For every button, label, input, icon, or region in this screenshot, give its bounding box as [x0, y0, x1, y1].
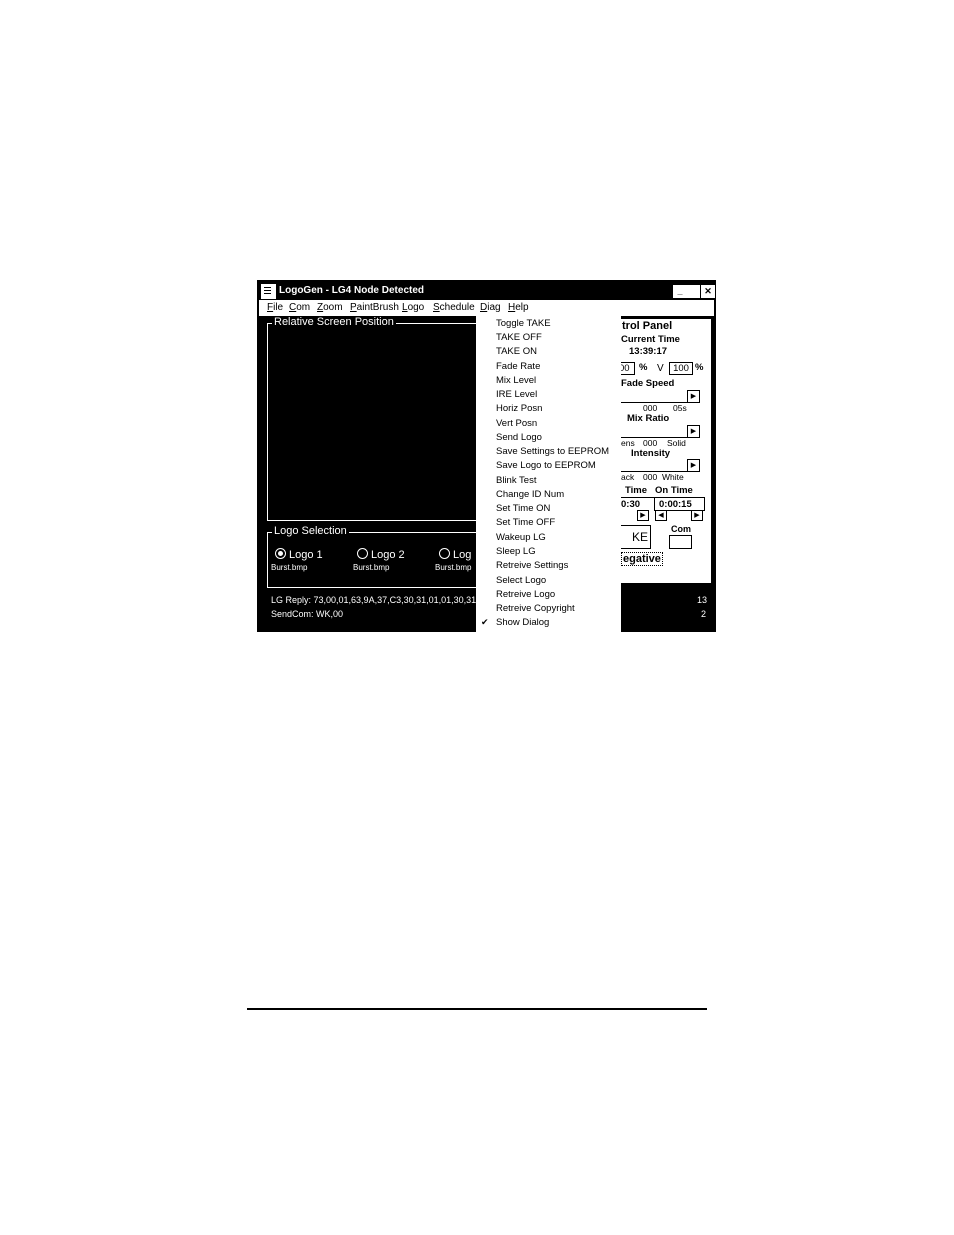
fade-speed-min: 000	[643, 403, 658, 413]
mix-ratio-right-label: Solid	[667, 438, 686, 448]
radio-icon	[357, 548, 368, 559]
menu-com[interactable]: Com	[289, 300, 310, 316]
logo-2-label: Logo 2	[371, 549, 405, 561]
v-unit-label: %	[695, 362, 704, 373]
checkmark-icon: ✔	[481, 617, 489, 627]
off-time-value[interactable]: 0:30	[621, 499, 640, 510]
diag-menu-item[interactable]: Retreive Settings	[496, 559, 568, 573]
mix-ratio-left-label: ens	[621, 438, 635, 448]
com-label: Com	[671, 524, 691, 534]
on-time-left-arrow-icon[interactable]: ◀	[655, 510, 667, 521]
title-bar[interactable]: LogoGen - LG4 Node Detected _ ✕	[259, 282, 715, 299]
com-indicator	[669, 535, 692, 549]
logo-3-label: Log	[453, 549, 472, 561]
on-time-label: On Time	[655, 485, 693, 496]
menu-zoom[interactable]: Zoom	[317, 300, 343, 316]
diag-menu-item[interactable]: Select Logo	[496, 574, 546, 588]
negative-checkbox[interactable]: egative	[621, 552, 663, 566]
logo-selection-label: Logo Selection	[272, 525, 349, 537]
off-time-right-arrow-icon[interactable]: ▶	[637, 510, 649, 521]
diag-menu-item[interactable]: Save Logo to EEPROM	[496, 459, 596, 473]
diag-menu-item[interactable]: TAKE OFF	[496, 331, 542, 345]
v-position-input[interactable]: 100	[669, 362, 693, 375]
diag-menu-item[interactable]: Save Settings to EEPROM	[496, 445, 609, 459]
menu-file[interactable]: File	[267, 300, 283, 316]
diag-menu-item[interactable]: Blink Test	[496, 474, 536, 488]
logo-2-file: Burst.bmp	[353, 563, 390, 572]
mix-ratio-value: 000	[643, 438, 658, 448]
diag-menu-item[interactable]: Set Time OFF	[496, 516, 555, 530]
h-position-input[interactable]: 00	[621, 362, 635, 375]
page-footer-rule	[247, 1008, 707, 1010]
intensity-label: Intensity	[631, 448, 671, 459]
intensity-left-label: ack	[621, 472, 635, 482]
menu-diag[interactable]: Diag	[480, 300, 501, 316]
diag-menu-item[interactable]: Retreive Logo	[496, 588, 555, 602]
h-unit-label: %	[639, 362, 648, 373]
v-label: V	[657, 363, 664, 374]
menu-logo[interactable]: Logo	[402, 300, 424, 316]
window-title: LogoGen - LG4 Node Detected	[279, 285, 425, 296]
app-icon[interactable]	[261, 284, 276, 299]
on-time-value: 0:00:15	[659, 499, 692, 510]
current-time-label: Current Time	[621, 334, 680, 345]
control-panel: trol Panel Current Time 13:39:17 00 % V …	[621, 319, 711, 583]
radio-selected-icon	[275, 548, 286, 559]
lg-reply-status: LG Reply: 73,00,01,63,9A,37,C3,30,31,01,…	[271, 595, 477, 605]
off-time-label: Time	[625, 485, 648, 496]
diag-menu-item[interactable]: Change ID Num	[496, 488, 564, 502]
intensity-right-arrow-icon[interactable]: ▶	[687, 459, 700, 472]
menu-paintbrush[interactable]: PaintBrush	[350, 300, 399, 316]
diag-menu-item[interactable]: Send Logo	[496, 431, 542, 445]
logo-2-radio[interactable]: Logo 2	[357, 548, 405, 561]
logo-3-radio[interactable]: Log	[439, 548, 471, 561]
menu-help[interactable]: Help	[508, 300, 529, 316]
logo-3-file: Burst.bmp	[435, 563, 472, 572]
diag-menu-item[interactable]: Toggle TAKE	[496, 317, 551, 331]
intensity-right-label: White	[662, 472, 684, 482]
fade-speed-right-arrow-icon[interactable]: ▶	[687, 390, 700, 403]
diag-menu-item[interactable]: Wakeup LG	[496, 531, 546, 545]
on-time-right-arrow-icon[interactable]: ▶	[691, 510, 703, 521]
radio-icon	[439, 548, 450, 559]
logo-1-radio[interactable]: Logo 1	[275, 548, 323, 561]
status-count-bottom: 2	[701, 609, 707, 619]
diag-menu-item[interactable]: Set Time ON	[496, 502, 550, 516]
current-time-value: 13:39:17	[629, 346, 668, 357]
fade-speed-max: 05s	[673, 403, 687, 413]
mix-ratio-right-arrow-icon[interactable]: ▶	[687, 425, 700, 438]
status-count-top: 13	[697, 595, 708, 605]
control-panel-title: trol Panel	[622, 320, 673, 332]
diag-menu-item[interactable]: TAKE ON	[496, 345, 537, 359]
mix-ratio-label: Mix Ratio	[627, 413, 670, 424]
intensity-value: 000	[643, 472, 658, 482]
diag-menu-item[interactable]: IRE Level	[496, 388, 537, 402]
relative-screen-position-label: Relative Screen Position	[272, 316, 396, 328]
menu-schedule[interactable]: Schedule	[433, 300, 475, 316]
diag-menu-item[interactable]: Vert Posn	[496, 417, 537, 431]
diag-dropdown-menu: Toggle TAKE TAKE OFF TAKE ON Fade Rate M…	[476, 315, 621, 634]
diag-menu-item[interactable]: Sleep LG	[496, 545, 536, 559]
menu-bar: File Com Zoom PaintBrush Logo Schedule D…	[259, 300, 714, 316]
diag-menu-item-show-dialog[interactable]: Show Dialog	[496, 616, 549, 630]
diag-menu-item[interactable]: Retreive Copyright	[496, 602, 575, 616]
maximize-button[interactable]	[686, 285, 700, 298]
relative-screen-position-group[interactable]: Relative Screen Position	[267, 316, 487, 521]
take-button[interactable]: KE	[621, 525, 651, 549]
diag-menu-item[interactable]: Mix Level	[496, 374, 536, 388]
minimize-button[interactable]: _	[673, 285, 687, 298]
fade-speed-label: Fade Speed	[621, 378, 675, 389]
diag-menu-item[interactable]: Fade Rate	[496, 360, 540, 374]
sendcom-status: SendCom: WK,00	[271, 609, 344, 619]
close-button[interactable]: ✕	[701, 285, 715, 298]
logo-1-file: Burst.bmp	[271, 563, 308, 572]
logo-1-label: Logo 1	[289, 549, 323, 561]
diag-menu-item[interactable]: Horiz Posn	[496, 402, 542, 416]
